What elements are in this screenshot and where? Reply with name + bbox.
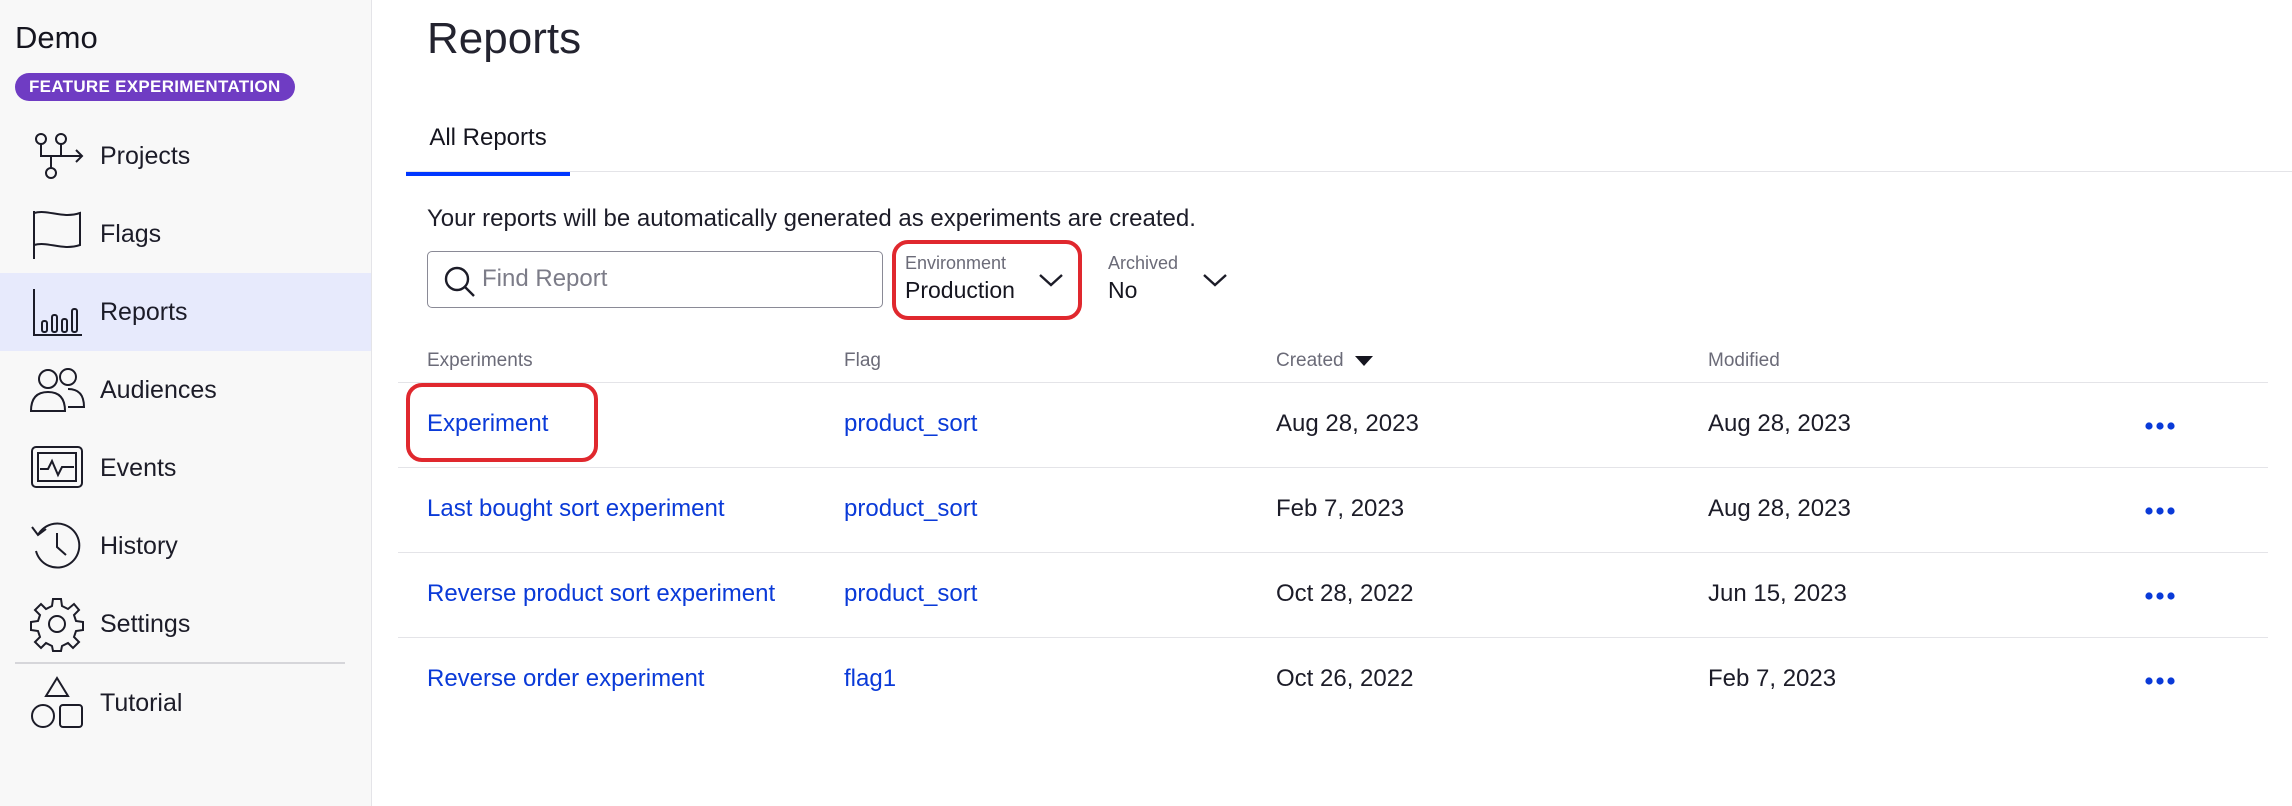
sidebar-item-label: Flags (100, 219, 162, 248)
audiences-icon (28, 361, 86, 419)
events-icon (28, 439, 86, 497)
sidebar-item-label: Reports (100, 297, 188, 326)
table-row: Experiment product_sort Aug 28, 2023 Aug… (398, 383, 2268, 468)
experiment-link[interactable]: Reverse product sort experiment (427, 580, 775, 608)
page-title: Reports (427, 14, 582, 63)
created-date: Feb 7, 2023 (1276, 495, 1405, 522)
archived-value: No (1108, 277, 1138, 303)
created-date: Aug 28, 2023 (1276, 410, 1419, 437)
tab-label: All Reports (429, 124, 547, 151)
tutorial-icon (28, 674, 86, 732)
history-icon (28, 517, 86, 575)
experiment-link[interactable]: Last bought sort experiment (427, 495, 725, 523)
sidebar-item-flags[interactable]: Flags (0, 195, 371, 273)
modified-date: Feb 7, 2023 (1708, 665, 1837, 692)
sidebar-item-tutorial[interactable]: Tutorial (0, 664, 371, 742)
flag-link[interactable]: flag1 (844, 665, 896, 693)
more-options-icon[interactable] (2144, 675, 2176, 687)
search-field (427, 251, 883, 308)
app-title: Demo (15, 20, 98, 55)
sidebar-item-label: Tutorial (100, 688, 183, 717)
tab-all-reports[interactable]: All Reports (406, 115, 570, 176)
sidebar-item-label: Settings (100, 609, 191, 638)
chevron-down-icon (1203, 274, 1227, 287)
environment-label: Environment (905, 253, 1007, 273)
projects-icon (28, 127, 86, 185)
experiment-link[interactable]: Reverse order experiment (427, 665, 704, 693)
gear-icon (28, 595, 86, 653)
sidebar-item-label: Events (100, 453, 177, 482)
environment-value: Production (905, 277, 1015, 303)
table-row: Reverse order experiment flag1 Oct 26, 2… (398, 638, 2268, 723)
search-icon (444, 266, 475, 297)
sidebar-item-projects[interactable]: Projects (0, 117, 371, 195)
table-row: Reverse product sort experiment product_… (398, 553, 2268, 638)
chevron-down-icon (1039, 274, 1063, 287)
column-header-flag: Flag (844, 350, 881, 371)
more-options-icon[interactable] (2144, 590, 2176, 602)
column-header-label: Created (1276, 350, 1344, 371)
intro-text: Your reports will be automatically gener… (427, 205, 1196, 232)
column-header-experiments: Experiments (427, 350, 533, 371)
reports-icon (28, 283, 86, 341)
sidebar-item-events[interactable]: Events (0, 429, 371, 507)
tab-divider (406, 171, 2292, 172)
created-date: Oct 28, 2022 (1276, 580, 1414, 607)
sidebar-item-history[interactable]: History (0, 507, 371, 585)
sidebar-item-settings[interactable]: Settings (0, 585, 371, 663)
sidebar-item-audiences[interactable]: Audiences (0, 351, 371, 429)
product-badge: FEATURE EXPERIMENTATION (15, 73, 295, 101)
sidebar-item-label: Projects (100, 141, 191, 170)
sidebar: Demo FEATURE EXPERIMENTATION Projects Fl… (0, 0, 372, 806)
modified-date: Aug 28, 2023 (1708, 410, 1851, 437)
table-row: Last bought sort experiment product_sort… (398, 468, 2268, 553)
sidebar-item-label: Audiences (100, 375, 217, 404)
flag-link[interactable]: product_sort (844, 580, 977, 608)
column-header-modified: Modified (1708, 350, 1780, 371)
archived-label: Archived (1108, 253, 1179, 273)
flag-link[interactable]: product_sort (844, 495, 977, 523)
column-header-created[interactable]: Created (1276, 350, 1374, 372)
flag-icon (28, 205, 86, 263)
archived-dropdown[interactable]: Archived No (1108, 253, 1238, 307)
created-date: Oct 26, 2022 (1276, 665, 1414, 692)
experiment-link[interactable]: Experiment (427, 410, 548, 438)
modified-date: Jun 15, 2023 (1708, 580, 1847, 607)
more-options-icon[interactable] (2144, 505, 2176, 517)
sidebar-item-reports[interactable]: Reports (0, 273, 371, 351)
sidebar-item-label: History (100, 531, 178, 560)
environment-dropdown[interactable]: Environment Production (905, 253, 1065, 307)
more-options-icon[interactable] (2144, 420, 2176, 432)
flag-link[interactable]: product_sort (844, 410, 977, 438)
sort-descending-icon (1354, 355, 1373, 366)
modified-date: Aug 28, 2023 (1708, 495, 1851, 522)
search-input[interactable] (482, 252, 872, 306)
